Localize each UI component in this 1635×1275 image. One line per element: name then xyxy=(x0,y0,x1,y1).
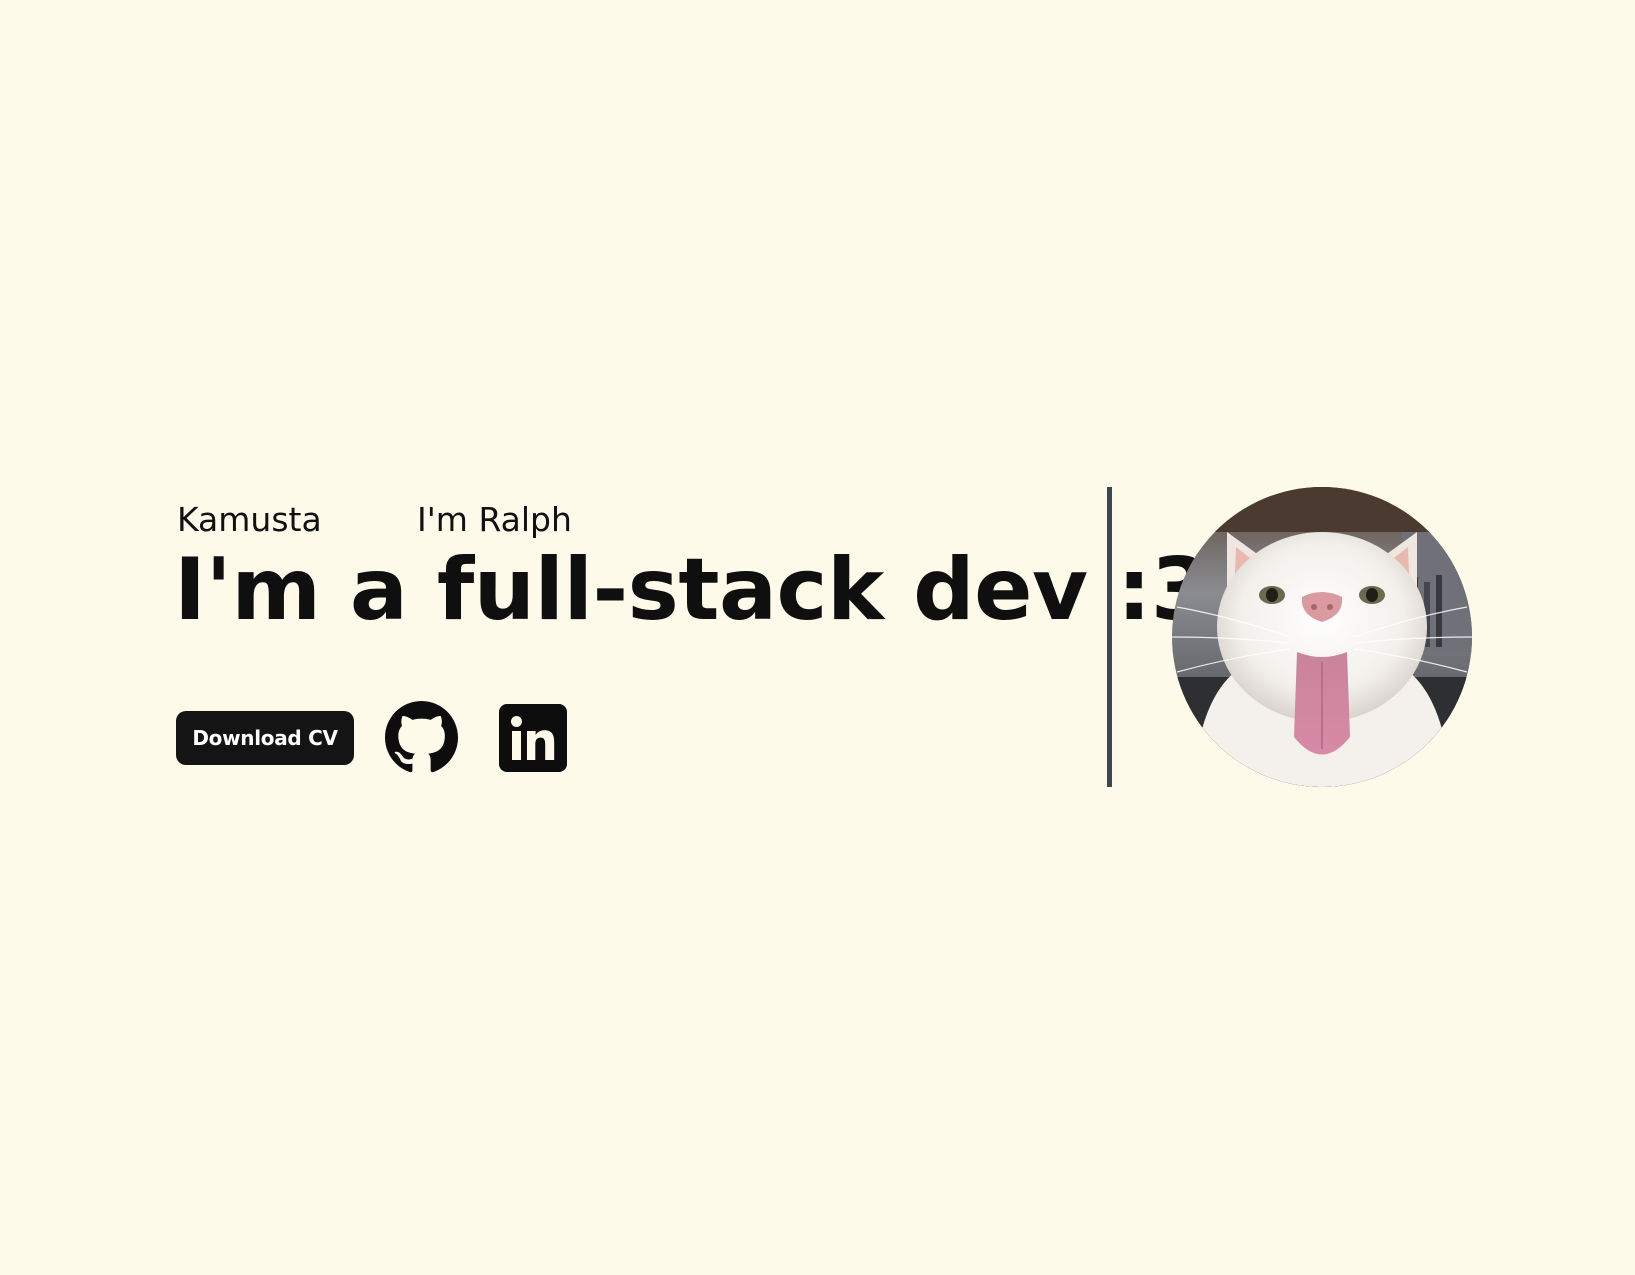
github-icon xyxy=(385,701,458,773)
intro-name: Kamusta xyxy=(177,500,322,539)
intro-row: Kamusta I'm Ralph xyxy=(177,497,572,542)
action-row: Download CV xyxy=(176,701,567,774)
hero-section: Kamusta I'm Ralph I'm a full-stack dev :… xyxy=(0,0,1635,1275)
download-cv-button[interactable]: Download CV xyxy=(176,710,354,765)
linkedin-link[interactable] xyxy=(499,703,567,772)
vertical-divider xyxy=(1107,487,1112,787)
cat-photo-illustration xyxy=(1172,487,1472,787)
intro-greeting: I'm Ralph xyxy=(417,500,572,539)
page-title: I'm a full-stack dev :3 xyxy=(174,540,1211,640)
linkedin-icon xyxy=(499,703,567,772)
github-link[interactable] xyxy=(385,701,458,774)
avatar xyxy=(1172,487,1472,787)
